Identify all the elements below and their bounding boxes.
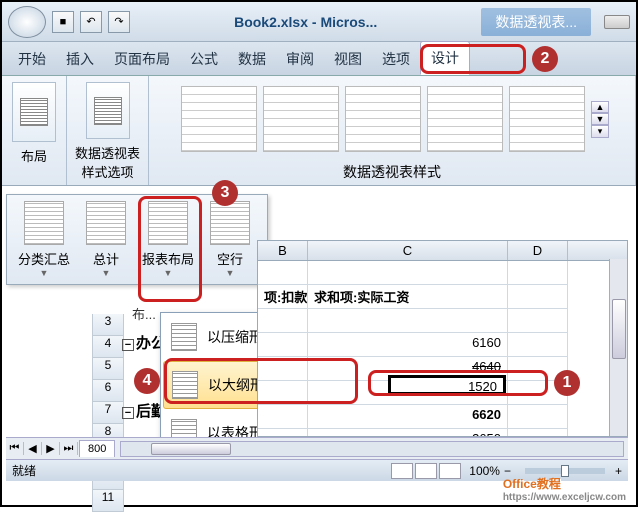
view-pagelayout-icon[interactable]	[415, 463, 437, 479]
subtotals-icon	[24, 201, 64, 245]
scrollbar-thumb[interactable]	[612, 299, 626, 359]
compact-form-icon	[171, 323, 197, 351]
chevron-down-icon: ▼	[40, 268, 49, 278]
blank-rows-icon	[210, 201, 250, 245]
gallery-down-icon[interactable]: ▼	[591, 113, 609, 125]
window-title: Book2.xlsx - Micros...	[130, 14, 481, 30]
tab-formulas[interactable]: 公式	[180, 43, 228, 75]
vertical-scrollbar[interactable]	[609, 259, 627, 436]
titlebar: ■ ↶ ↷ Book2.xlsx - Micros... 数据透视表...	[2, 2, 636, 42]
pivot-header: 求和项:实际工资	[308, 285, 508, 309]
gallery-scroll[interactable]: ▲ ▼ ▾	[591, 101, 609, 138]
cell-value[interactable]: 6160	[308, 333, 508, 357]
grid[interactable]: 项:扣款求和项:实际工资 6160 4640 6620 3650 1450	[258, 261, 627, 437]
cell-value[interactable]: 6620	[308, 405, 508, 429]
tab-nav-prev-icon[interactable]: ◀	[24, 442, 42, 455]
row-header[interactable]: 7	[92, 402, 124, 424]
chevron-down-icon: ▼	[226, 268, 235, 278]
active-cell[interactable]: 1520	[388, 375, 506, 395]
tab-insert[interactable]: 插入	[56, 43, 104, 75]
status-ready: 就绪	[12, 462, 36, 479]
annotation-badge-3: 3	[212, 180, 238, 206]
style-swatch[interactable]	[181, 86, 257, 152]
layout-icon	[20, 98, 48, 126]
style-options-icon	[94, 97, 122, 125]
worksheet[interactable]: B C D 项:扣款求和项:实际工资 6160 4640 6620 3650 1…	[257, 240, 628, 437]
ribbon-group-styles: ▲ ▼ ▾ 数据透视表样式	[149, 76, 636, 185]
scrollbar-thumb[interactable]	[151, 443, 231, 455]
row-header[interactable]: 4	[92, 336, 124, 358]
gallery-up-icon[interactable]: ▲	[591, 101, 609, 113]
annotation-badge-4: 4	[134, 368, 160, 394]
col-header[interactable]: B	[258, 241, 308, 260]
qat-redo-icon[interactable]: ↷	[108, 11, 130, 33]
tab-options[interactable]: 选项	[372, 43, 420, 75]
view-pagebreak-icon[interactable]	[439, 463, 461, 479]
zoom-slider[interactable]	[525, 468, 605, 474]
watermark-url: https://www.exceljcw.com	[503, 492, 626, 503]
horizontal-scrollbar[interactable]	[120, 441, 624, 457]
report-layout-button[interactable]: 报表布局▼	[140, 201, 196, 278]
layout-popup: 分类汇总▼ 总计▼ 报表布局▼ 空行▼	[6, 194, 268, 285]
tab-home[interactable]: 开始	[8, 43, 56, 75]
zoom-level[interactable]: 100%	[469, 464, 500, 478]
outline-form-icon	[172, 371, 198, 399]
sheet-tab[interactable]: 800	[79, 440, 115, 457]
style-options-label: 数据透视表 样式选项	[75, 143, 140, 181]
tab-nav-first-icon[interactable]: ⏮	[6, 442, 24, 455]
gallery-more-icon[interactable]: ▾	[591, 125, 609, 138]
layout-popup-caption: 布...	[132, 304, 156, 323]
tab-review[interactable]: 审阅	[276, 43, 324, 75]
collapse-icon[interactable]: −	[122, 407, 134, 419]
row-header[interactable]: 11	[92, 490, 124, 512]
qat-undo-icon[interactable]: ↶	[80, 11, 102, 33]
tab-nav-next-icon[interactable]: ▶	[42, 442, 60, 455]
tab-design[interactable]: 设计	[420, 41, 470, 75]
style-options-button[interactable]	[86, 82, 130, 139]
ribbon: 布局 数据透视表 样式选项 ▲ ▼ ▾ 数据透视表样式	[2, 76, 636, 186]
blank-rows-button[interactable]: 空行▼	[202, 201, 258, 278]
pivot-style-gallery[interactable]	[175, 80, 591, 158]
style-swatch[interactable]	[509, 86, 585, 152]
style-swatch[interactable]	[345, 86, 421, 152]
grandtotals-button[interactable]: 总计▼	[78, 201, 134, 278]
annotation-badge-1: 1	[554, 370, 580, 396]
qat-save-icon[interactable]: ■	[52, 11, 74, 33]
contextual-tab-label: 数据透视表...	[481, 8, 591, 36]
ribbon-group-style-options: 数据透视表 样式选项	[67, 76, 149, 185]
tab-data[interactable]: 数据	[228, 43, 276, 75]
row-headers: 3 4 5 6 7 8 9 10 11	[92, 314, 124, 512]
tab-view[interactable]: 视图	[324, 43, 372, 75]
collapse-icon[interactable]: −	[122, 339, 134, 351]
style-gallery-label: 数据透视表样式	[343, 158, 441, 186]
cell-value[interactable]: 3650	[308, 429, 508, 437]
col-header[interactable]: C	[308, 241, 508, 260]
watermark-brand: Office教程	[503, 477, 561, 491]
row-header[interactable]: 3	[92, 314, 124, 336]
watermark: Office教程 https://www.exceljcw.com	[503, 475, 626, 503]
layout-group-label: 布局	[21, 146, 47, 165]
style-swatch[interactable]	[263, 86, 339, 152]
tab-nav-last-icon[interactable]: ⏭	[60, 442, 78, 455]
column-headers: B C D	[258, 241, 627, 261]
col-header[interactable]: D	[508, 241, 568, 260]
subtotals-button[interactable]: 分类汇总▼	[16, 201, 72, 278]
view-normal-icon[interactable]	[391, 463, 413, 479]
row-header[interactable]: 6	[92, 380, 124, 402]
sheet-tab-bar: ⏮ ◀ ▶ ⏭ 800	[6, 437, 628, 459]
office-button[interactable]	[8, 6, 46, 38]
style-swatch[interactable]	[427, 86, 503, 152]
annotation-badge-2: 2	[532, 46, 558, 72]
minimize-button[interactable]	[604, 15, 630, 29]
tab-pagelayout[interactable]: 页面布局	[104, 43, 180, 75]
chevron-down-icon: ▼	[102, 268, 111, 278]
report-layout-icon	[148, 201, 188, 245]
row-header[interactable]: 5	[92, 358, 124, 380]
grandtotals-icon	[86, 201, 126, 245]
chevron-down-icon: ▼	[164, 268, 173, 278]
layout-button[interactable]	[12, 82, 56, 142]
ribbon-group-layout: 布局	[2, 76, 67, 185]
pivot-header: 项:扣款	[258, 285, 308, 309]
